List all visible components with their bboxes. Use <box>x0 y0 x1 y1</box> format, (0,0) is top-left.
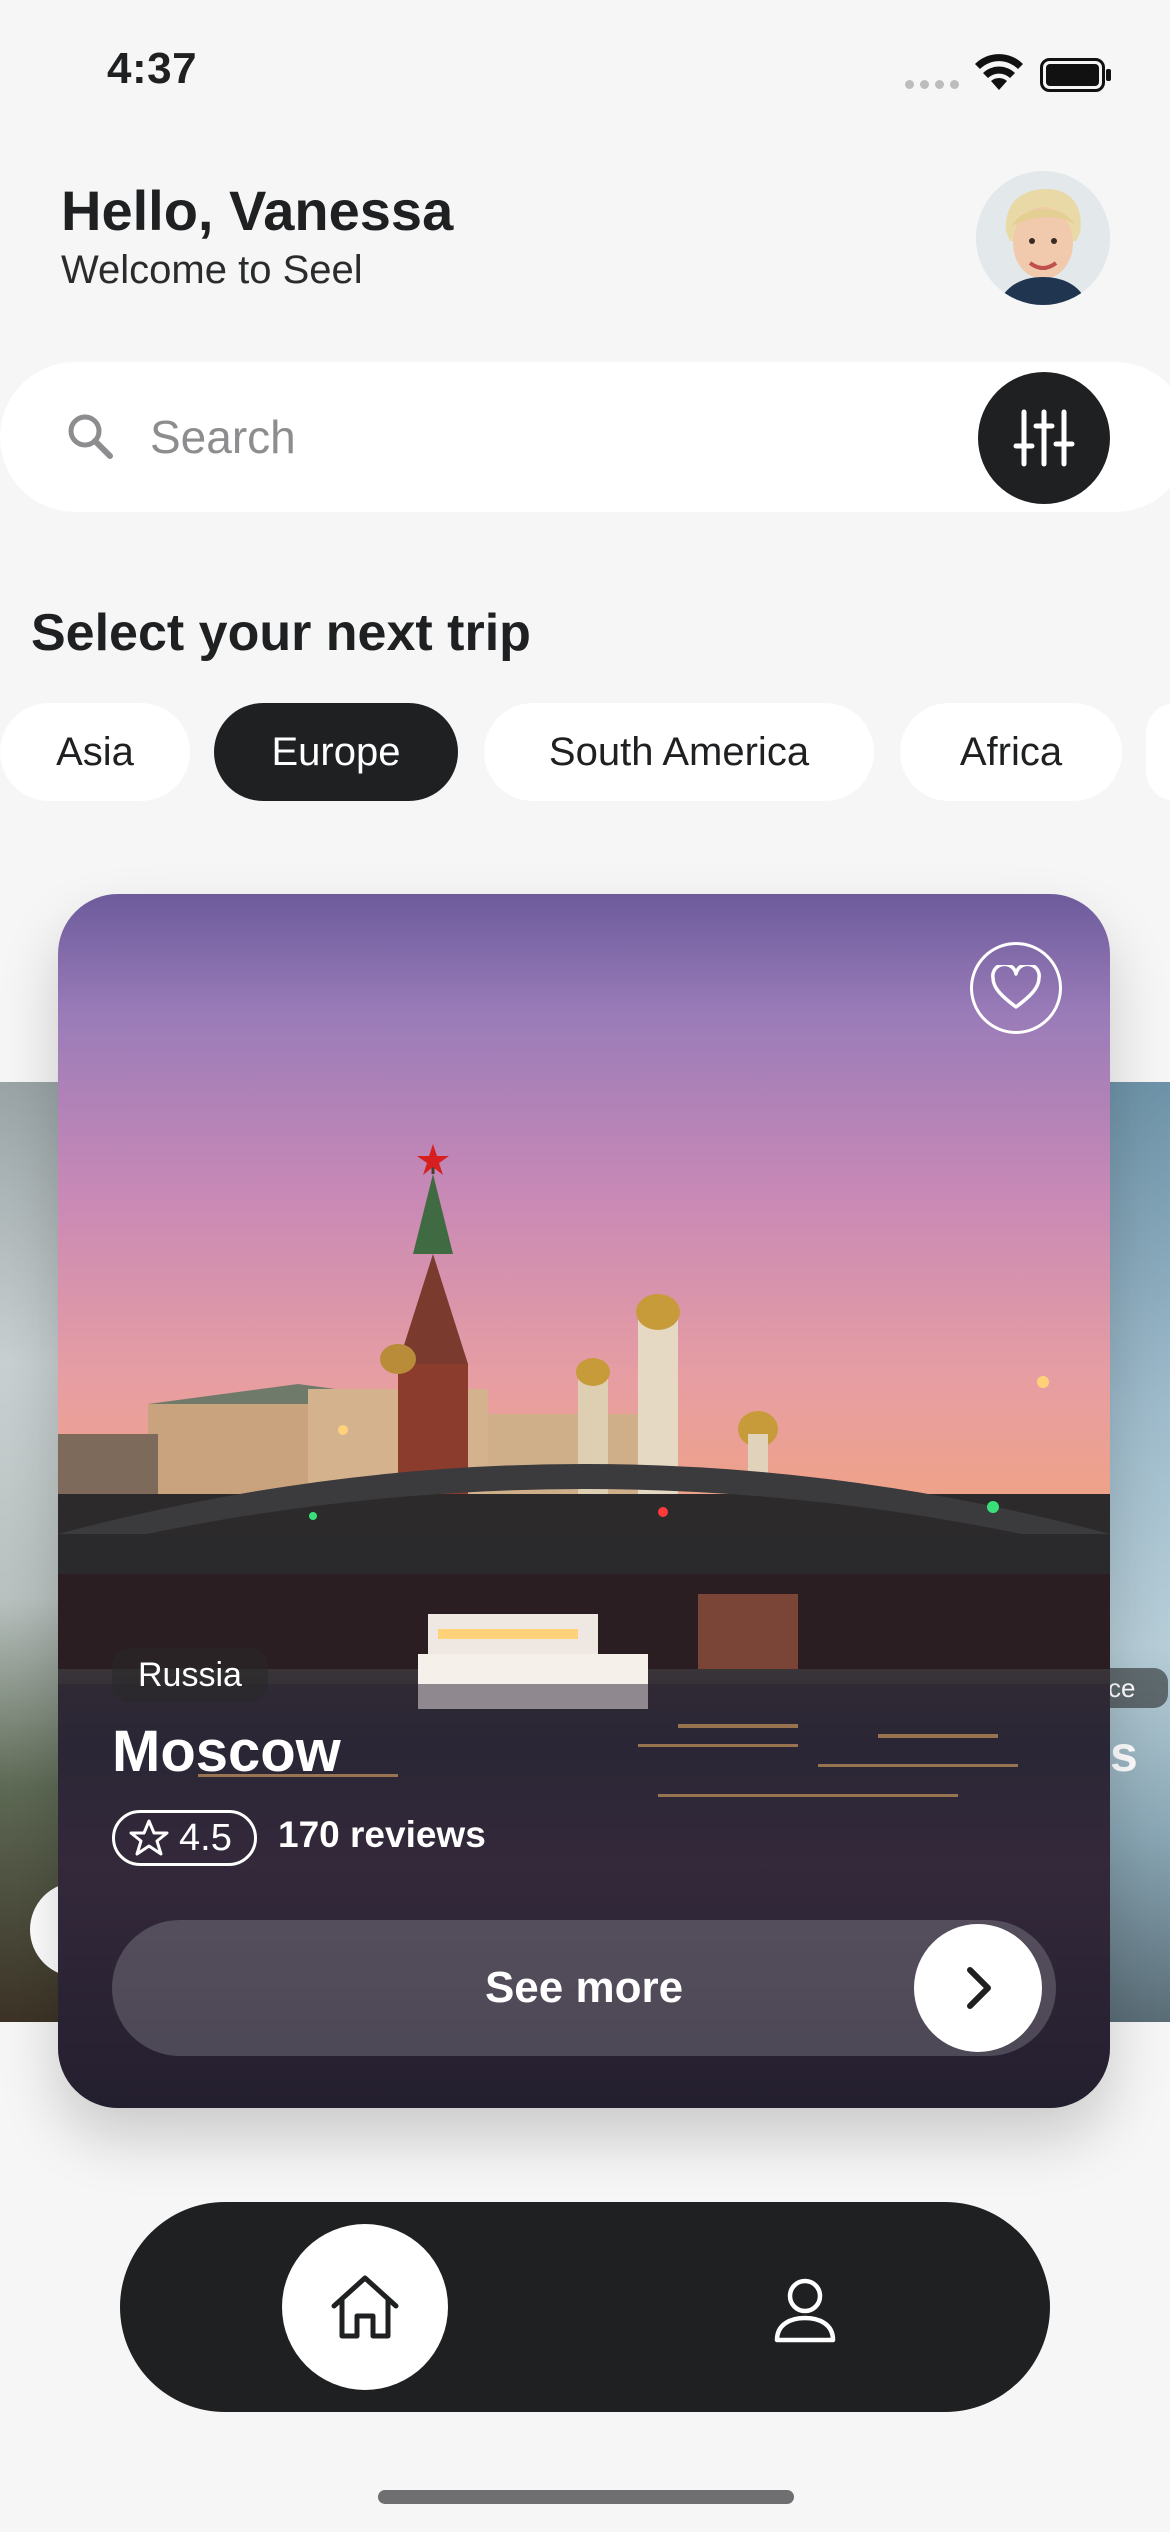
sliders-icon <box>1013 409 1075 467</box>
wifi-icon <box>975 54 1023 90</box>
reviews-count: 170 reviews <box>278 1814 486 1855</box>
nav-profile-button[interactable] <box>763 2268 847 2352</box>
home-indicator <box>378 2490 794 2504</box>
filter-button[interactable] <box>978 372 1110 504</box>
heart-icon <box>991 965 1041 1009</box>
category-chip-africa[interactable]: Africa <box>900 703 1122 801</box>
favorite-button[interactable] <box>970 942 1062 1034</box>
status-time: 4:37 <box>107 44 198 93</box>
search-icon <box>68 414 113 459</box>
battery-icon <box>1040 58 1111 92</box>
avatar[interactable] <box>976 171 1110 305</box>
category-chip-asia[interactable]: Asia <box>0 703 190 801</box>
greeting-subtitle: Welcome to Seel <box>61 248 363 292</box>
side-card-right-title: s <box>1110 1726 1138 1782</box>
bottom-nav <box>120 2202 1050 2412</box>
greeting-title: Hello, Vanessa <box>61 179 454 242</box>
section-title: Select your next trip <box>31 604 531 662</box>
city-title: Moscow <box>112 1719 341 1784</box>
see-more-arrow-button[interactable] <box>914 1924 1042 2052</box>
category-chip-europe[interactable]: Europe <box>214 703 458 801</box>
profile-icon <box>774 2278 836 2343</box>
chevron-right-icon <box>967 1967 991 2009</box>
category-chip-south-america[interactable]: South America <box>484 703 874 801</box>
signal-icon <box>905 80 959 89</box>
rating-badge: 4.5 <box>112 1810 257 1866</box>
search-input[interactable] <box>150 405 930 469</box>
rating-value: 4.5 <box>179 1816 232 1859</box>
nav-home-button[interactable] <box>282 2224 448 2390</box>
star-icon <box>129 1819 169 1856</box>
category-chip-more[interactable] <box>1146 703 1170 801</box>
home-icon <box>331 2275 399 2339</box>
country-tag: Russia <box>112 1648 268 1702</box>
